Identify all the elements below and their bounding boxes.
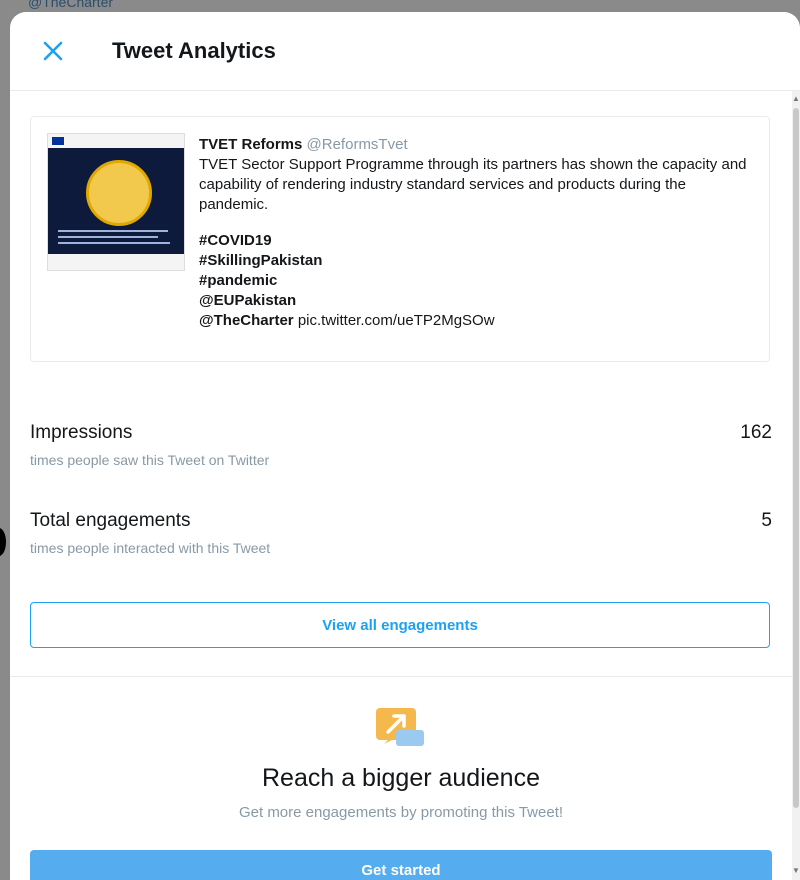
tweet-content: TVET Reforms @ReformsTvet TVET Sector Su… [199,135,753,331]
hashtag-link[interactable]: #pandemic [199,271,753,291]
metric-value: 162 [740,422,772,443]
scroll-down-arrow[interactable]: ▼ [792,866,800,876]
tweet-author[interactable]: TVET Reforms [199,136,302,153]
scrollbar-thumb[interactable] [793,108,799,808]
divider [10,676,792,677]
close-icon [43,41,63,61]
hashtag-link[interactable]: #COVID19 [199,231,753,251]
image-text-line [58,242,170,244]
tweet-tags: #COVID19 #SkillingPakistan #pandemic @EU… [199,231,753,331]
impressions-metric: Impressions times people saw this Tweet … [30,422,772,478]
mention-link[interactable]: @TheCharter [199,312,294,329]
eu-flag-icon [52,137,64,145]
metric-description: times people interacted with this Tweet [30,540,271,556]
badge-graphic [86,160,152,226]
image-top-bar [48,134,184,148]
promo-description: Get more engagements by promoting this T… [238,804,564,821]
promo-title: Reach a bigger audience [262,764,540,792]
tweet-body: TVET Sector Support Programme through it… [199,156,747,213]
metric-description: times people saw this Tweet on Twitter [30,452,270,468]
hashtag-link[interactable]: #SkillingPakistan [199,251,753,271]
tweet-card[interactable]: TVET Reforms @ReformsTvet TVET Sector Su… [30,116,770,362]
close-button[interactable] [36,34,70,68]
engagements-metric: Total engagements times people interacte… [30,510,772,566]
metric-value: 5 [761,510,772,531]
view-all-engagements-button[interactable]: View all engagements [30,602,770,648]
backdrop-shape [0,528,6,556]
metric-label: Impressions [30,422,133,443]
tag-line: @TheCharter pic.twitter.com/ueTP2MgSOw [199,312,495,329]
get-started-button[interactable]: Get started [30,850,772,880]
tweet-handle[interactable]: @ReformsTvet [307,136,408,153]
analytics-modal: Tweet Analytics ▲ ▼ TVET Reforms @Reform… [10,12,800,880]
mention-link[interactable]: @EUPakistan [199,291,753,311]
image-text-line [58,236,158,238]
backdrop-text: @TheCharter [28,0,114,10]
image-bottom-bar [48,254,184,270]
scroll-up-arrow[interactable]: ▲ [792,94,800,104]
promote-icon [376,708,424,746]
modal-title: Tweet Analytics [112,38,276,63]
metric-label: Total engagements [30,510,191,531]
modal-header: Tweet Analytics [10,12,800,91]
tweet-image[interactable] [47,133,185,271]
pic-link[interactable]: pic.twitter.com/ueTP2MgSOw [298,312,495,329]
image-text-line [58,230,168,232]
